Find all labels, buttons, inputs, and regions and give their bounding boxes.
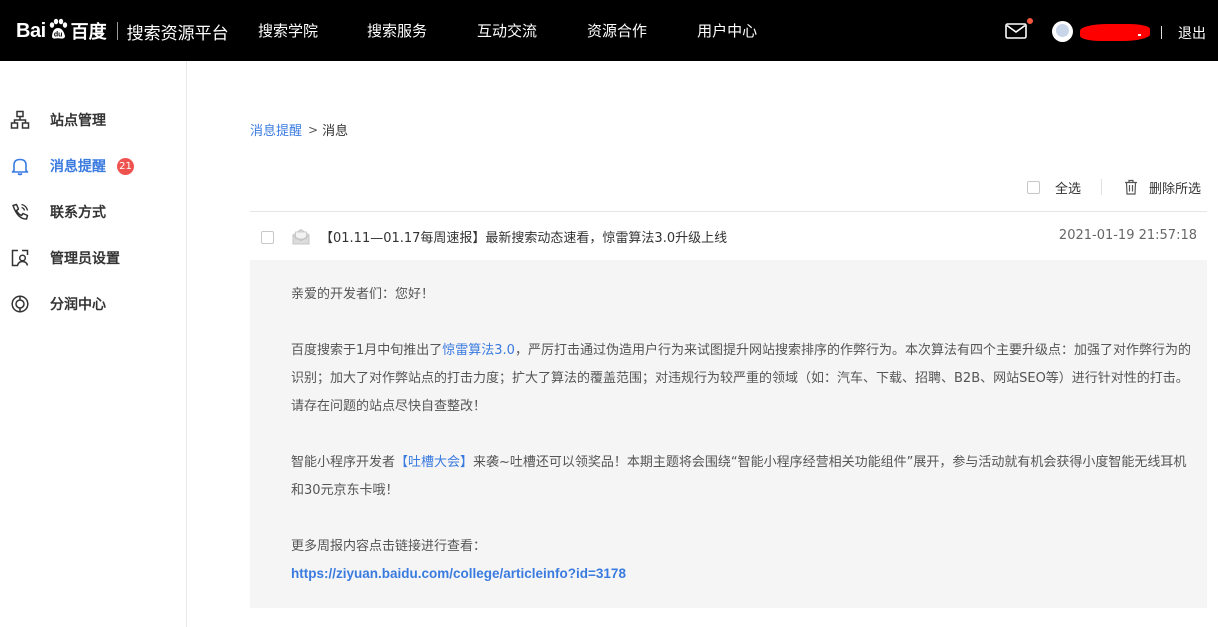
logo-divider	[116, 22, 118, 40]
sidebar-item-label: 分润中心	[50, 297, 106, 313]
sidebar-item-site-management[interactable]: 站点管理	[0, 108, 186, 132]
nav-cooperation[interactable]: 资源合作	[587, 20, 647, 41]
unread-count-badge: 21	[117, 157, 134, 175]
delete-selected-button[interactable]: 删除所选	[1124, 178, 1201, 197]
breadcrumb-current: 消息	[322, 124, 349, 139]
phone-icon	[12, 203, 29, 220]
breadcrumb-parent-link[interactable]: 消息提醒	[250, 120, 302, 139]
message-paragraph-3: 更多周报内容点击链接进行查看：	[291, 539, 487, 554]
message-body: 亲爱的开发者们：您好！ 百度搜索于1月中旬推出了惊雷算法3.0，严厉打击通过伪造…	[250, 260, 1207, 608]
sidebar-item-label: 管理员设置	[50, 251, 120, 267]
nav-search-academy[interactable]: 搜索学院	[258, 20, 318, 41]
algorithm-link[interactable]: 惊雷算法3.0	[442, 343, 515, 358]
envelope-open-icon	[292, 228, 310, 245]
sitemap-icon	[10, 110, 30, 129]
nav-community[interactable]: 互动交流	[477, 20, 537, 41]
select-all-label: 全选	[1055, 181, 1082, 197]
message-row[interactable]: 【01.11—01.17每周速报】最新搜索动态速看，惊雷算法3.0升级上线 20…	[250, 212, 1207, 260]
admin-icon	[11, 249, 29, 267]
baidu-logo[interactable]: Bai du 百度 搜索资源平台	[16, 18, 229, 44]
message-url-line: https://ziyuan.baidu.com/college/article…	[291, 560, 1191, 589]
nav-search-service[interactable]: 搜索服务	[367, 20, 427, 41]
sidebar-item-notifications[interactable]: 消息提醒 21	[0, 154, 186, 178]
sidebar-item-label: 站点管理	[50, 113, 106, 129]
sidebar-item-admin-settings[interactable]: 管理员设置	[0, 246, 186, 270]
mail-icon[interactable]	[1005, 22, 1027, 40]
toolbar-divider	[1101, 179, 1103, 195]
avatar[interactable]	[1052, 21, 1073, 42]
breadcrumb-separator: >	[308, 122, 319, 137]
message-greeting: 亲爱的开发者们：您好！	[291, 287, 435, 302]
redacted-username	[1080, 24, 1150, 41]
sidebar-item-revenue[interactable]: 分润中心	[0, 292, 186, 316]
paw-logo-icon: du	[49, 18, 67, 39]
article-url-link[interactable]: https://ziyuan.baidu.com/college/article…	[291, 566, 626, 581]
main-nav: 搜索学院 搜索服务 互动交流 资源合作 用户中心	[258, 0, 807, 61]
header-divider	[1161, 26, 1162, 39]
event-link[interactable]: 【吐槽大会】	[395, 455, 473, 470]
paragraph-1-text: 百度搜索于1月中旬推出了	[291, 343, 443, 358]
nav-user-center[interactable]: 用户中心	[697, 20, 757, 41]
paragraph-2-text: 智能小程序开发者	[291, 455, 396, 470]
delete-selected-label: 删除所选	[1149, 181, 1202, 197]
message-paragraph-2: 智能小程序开发者【吐槽大会】来袭~吐槽还可以领奖品！本期主题将会围绕“智能小程序…	[291, 449, 1191, 505]
logo-text: Bai	[16, 19, 46, 42]
bell-icon	[11, 158, 29, 176]
top-header: Bai du 百度 搜索资源平台 搜索学院 搜索服务 互动交流 资源合作 用户中…	[0, 0, 1218, 61]
logo-du-text: du	[54, 32, 63, 39]
revenue-icon	[11, 295, 29, 313]
message-checkbox[interactable]	[261, 231, 274, 244]
message-timestamp: 2021-01-19 21:57:18	[1058, 228, 1197, 243]
message-title[interactable]: 【01.11—01.17每周速报】最新搜索动态速看，惊雷算法3.0升级上线	[320, 227, 727, 246]
message-paragraph-1: 百度搜索于1月中旬推出了惊雷算法3.0，严厉打击通过伪造用户行为来试图提升网站搜…	[291, 337, 1191, 421]
sidebar-item-contact[interactable]: 联系方式	[0, 200, 186, 224]
logout-button[interactable]: 退出	[1178, 23, 1206, 43]
sidebar-item-label: 消息提醒	[50, 159, 106, 175]
platform-title: 搜索资源平台	[126, 23, 229, 44]
sidebar: 站点管理 消息提醒 21 联系方式 管理员设置 分润中心	[0, 61, 187, 627]
logo-cn: 百度	[70, 22, 107, 43]
notification-dot	[1027, 18, 1033, 24]
select-all-checkbox[interactable]	[1027, 180, 1040, 194]
trash-icon	[1125, 179, 1138, 195]
sidebar-item-label: 联系方式	[50, 205, 106, 221]
select-all-control[interactable]: 全选	[1027, 178, 1081, 197]
message-toolbar: 全选 删除所选	[1027, 178, 1201, 197]
breadcrumb: 消息提醒 > 消息	[250, 120, 349, 140]
